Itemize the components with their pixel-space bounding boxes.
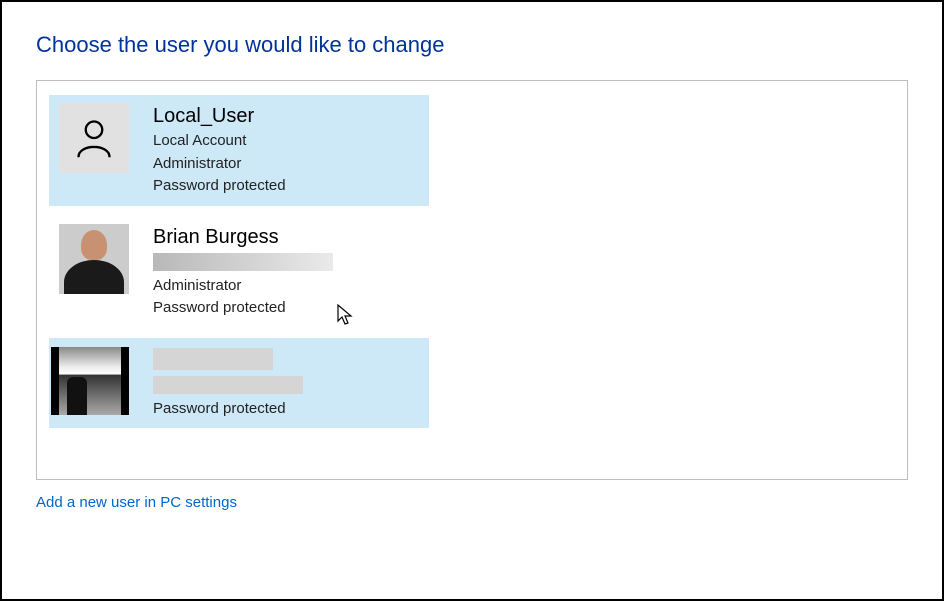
user-card-local-user[interactable]: Local_User Local Account Administrator P… [49,95,429,206]
avatar [59,346,129,416]
user-detail-line: Local Account [153,130,419,153]
person-icon [59,103,129,173]
user-name: Local_User [153,105,419,128]
user-detail-line: Administrator [153,153,419,176]
user-detail-line: Password protected [153,297,419,320]
user-list-panel: Local_User Local Account Administrator P… [36,80,908,480]
redacted-name [153,348,273,370]
user-detail-line: Administrator [153,275,419,298]
avatar-photo [51,347,129,415]
user-card-brian-burgess[interactable]: Brian Burgess Administrator Password pro… [49,216,429,328]
user-card-redacted[interactable]: Password protected [49,338,429,429]
user-info: Brian Burgess Administrator Password pro… [153,224,419,320]
avatar [59,224,129,294]
redacted-line [153,376,303,394]
user-detail-line: Password protected [153,398,419,421]
redacted-email [153,253,333,271]
page-title: Choose the user you would like to change [36,32,908,58]
avatar [59,103,129,173]
user-detail-line: Password protected [153,175,419,198]
user-info: Local_User Local Account Administrator P… [153,103,419,198]
user-name: Brian Burgess [153,226,419,249]
add-user-link[interactable]: Add a new user in PC settings [36,494,237,511]
user-info: Password protected [153,346,419,421]
avatar-photo [59,224,129,294]
